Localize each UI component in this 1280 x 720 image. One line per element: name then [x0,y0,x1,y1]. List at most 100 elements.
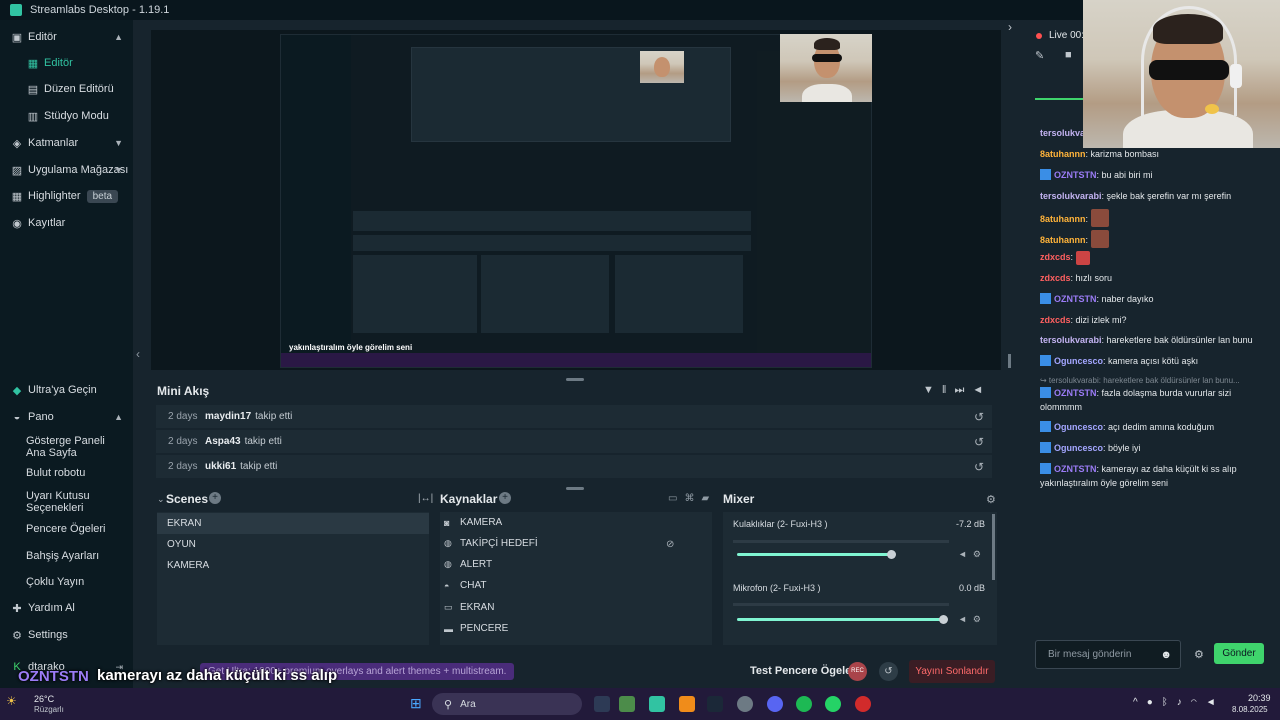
pause-icon[interactable]: ‖ [942,384,955,396]
replay-alert-icon[interactable]: ↺ [974,460,984,474]
highlighter-icon: ▦ [11,190,23,203]
camera-icon: ◙ [444,517,450,528]
windows-start-icon[interactable]: ⊞ [410,695,422,712]
emoji-icon[interactable]: ☻ [1160,649,1172,661]
end-stream-button[interactable]: Yayını Sonlandır [909,660,995,683]
sidebar-item-recordings[interactable]: ◉ Kayıtlar [0,210,133,236]
volume-slider-knob[interactable] [939,615,948,624]
chat-text: bu abi biri mi [1101,170,1153,180]
replay-alert-icon[interactable]: ↺ [974,435,984,449]
volume-slider-track[interactable] [737,618,943,621]
edit-icon[interactable]: ✎ [1035,49,1044,62]
chat-settings-icon[interactable]: ⚙ [1194,648,1204,661]
source-item[interactable]: ◍ ALERT [444,559,492,570]
weather-temp[interactable]: 26°C [34,694,54,704]
skip-icon[interactable]: ⏭ [954,384,972,396]
sidebar-item-layers[interactable]: ◈ Katmanlar ▼ [0,130,133,156]
tray-app-icon[interactable]: ● [1147,697,1162,708]
sidebar-item-dashboard-home[interactable]: Gösterge Paneli Ana Sayfa [0,434,133,460]
chevron-down-icon: ▼ [114,165,123,175]
sidebar-item-studio-mode[interactable]: ▥ Stüdyo Modu [0,103,133,129]
badge-icon [1040,293,1051,304]
add-folder-icon[interactable]: ▰ [701,493,716,504]
mixer-settings-icon[interactable]: ⚙ [986,493,996,506]
sidebar-item-editor[interactable]: ▦ Editör [0,50,133,76]
gear-icon[interactable]: ⚙ [973,549,987,559]
opera-icon[interactable] [855,696,871,712]
scene-item[interactable]: OYUN [157,534,429,555]
streamlabs-taskbar-icon[interactable] [649,696,665,712]
sidebar-item-widgets[interactable]: Pencere Ögeleri [0,516,133,542]
speaker-icon[interactable]: ◄ [958,549,973,559]
sidebar-item-editor-group[interactable]: ▣ Editör ▲ [0,24,133,50]
bluetooth-icon[interactable]: ᛒ [1162,697,1177,708]
expand-right-icon[interactable]: › [1008,20,1012,34]
sidebar-item-app-store[interactable]: ▨ Uygulama Mağazası ▼ [0,157,133,183]
sidebar-item-layout-editor[interactable]: ▤ Düzen Editörü [0,76,133,102]
preview-scrollbar[interactable] [1008,354,1011,368]
source-item[interactable]: ▭ EKRAN [444,602,494,613]
source-item[interactable]: ◍ TAKİPÇİ HEDEFİ [444,538,538,549]
volume-icon[interactable]: ◄ [972,384,991,396]
volume-icon[interactable]: ◄ [1206,697,1225,708]
chat-text: hareketlere bak öldürsünler lan bunu... [1103,376,1240,385]
volume-slider-track[interactable] [737,553,891,556]
resize-handle[interactable] [566,487,584,490]
badge-icon [1040,169,1051,180]
collapse-left-icon[interactable]: ‹ [136,347,140,361]
activity-time: 2 days [168,411,198,422]
gear-icon[interactable]: ⚙ [973,614,987,624]
replay-alert-icon[interactable]: ↺ [974,410,984,424]
spotify-icon[interactable] [796,696,812,712]
chevron-up-icon[interactable]: ^ [1133,697,1147,708]
chat-message-input[interactable]: Bir mesaj gönderin ☻ [1035,640,1181,669]
preview-nested-webcam [640,51,684,83]
sidebar-item-tip-settings[interactable]: Bahşiş Ayarları [0,543,133,569]
sidebar-item-alertbox[interactable]: Uyarı Kutusu Seçenekleri [0,489,133,515]
scene-item[interactable]: KAMERA [157,555,429,576]
folder-icon[interactable]: ▭ [668,493,684,504]
whatsapp-icon[interactable] [825,696,841,712]
add-source-icon[interactable]: + [499,492,511,504]
sidebar-item-help[interactable]: ✚ Yardım Al [0,595,133,621]
link-icon[interactable]: ⌘ [684,493,701,504]
sidebar-item-dashboard[interactable]: ◒ Pano ▲ [0,404,133,430]
test-widgets-button[interactable]: Test Pencere Ögeleri [750,665,859,677]
sidebar-item-highlighter[interactable]: ▦ Highlighter beta [0,183,133,209]
app-icon[interactable] [619,696,635,712]
source-item[interactable]: ◙ KAMERA [444,517,502,528]
scene-transitions-icon[interactable]: |↔| [418,493,433,504]
sidebar-item-cloudbot[interactable]: Bulut robotu [0,460,133,486]
resize-handle[interactable] [566,378,584,381]
wifi-icon[interactable]: ◠ [1191,697,1206,708]
sidebar-item-multistream[interactable]: Çoklu Yayın [0,569,133,595]
filter-icon[interactable]: ▼ [923,384,942,396]
clock-time[interactable]: 20:39 [1248,693,1271,703]
chevron-down-icon[interactable]: ⌄ [157,494,165,505]
sidebar-item-label: Katmanlar [28,137,79,149]
mixer-scrollbar[interactable] [992,514,995,580]
chat-message: 8atuhannn: [1040,230,1265,248]
camera-icon[interactable]: ■ [1065,49,1072,61]
hidden-eye-icon[interactable]: ⊘ [666,539,674,550]
sidebar-item-settings[interactable]: ⚙ Settings [0,622,133,648]
scene-item[interactable]: EKRAN [157,513,429,534]
source-item[interactable]: ◓ CHAT [444,580,486,591]
sidebar-item-label: Gösterge Paneli Ana Sayfa [26,435,105,459]
speaker-icon[interactable]: ◄ [958,614,973,624]
task-view-icon[interactable] [594,696,610,712]
volume-slider-knob[interactable] [887,550,896,559]
discord-icon[interactable] [767,696,783,712]
steam-icon[interactable] [707,696,723,712]
weather-icon[interactable]: ☀ [6,694,17,708]
source-item[interactable]: ▬ PENCERE [444,623,508,634]
vlc-icon[interactable] [679,696,695,712]
send-message-button[interactable]: Gönder [1214,643,1264,664]
record-button[interactable]: REC [848,662,867,681]
taskbar-search[interactable]: ⚲ Ara [432,693,582,715]
mic-icon[interactable]: ♪ [1177,697,1191,708]
sidebar-item-ultra[interactable]: ◆ Ultra'ya Geçin [0,377,133,403]
add-scene-icon[interactable]: + [209,492,221,504]
replay-buffer-icon[interactable]: ↺ [879,662,898,681]
app-icon[interactable] [737,696,753,712]
